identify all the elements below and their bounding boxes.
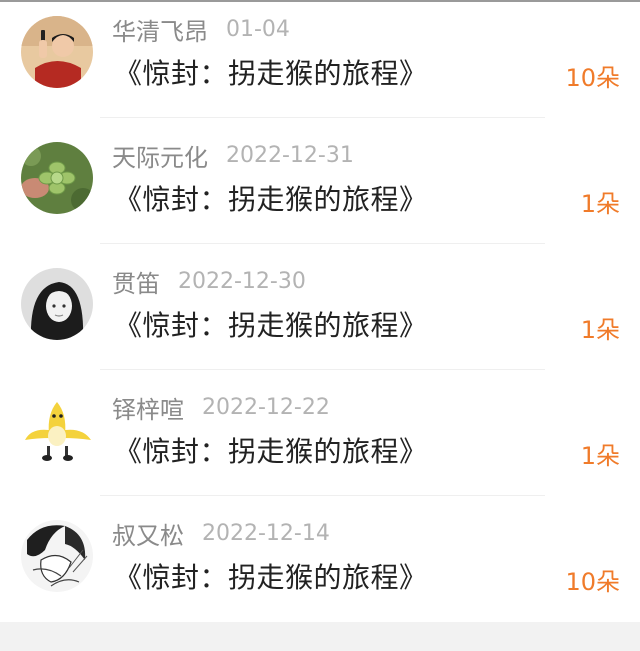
timestamp: 01-04: [226, 16, 290, 42]
list-item[interactable]: 铎梓喧 2022-12-22 《惊封：拐走猴的旅程》 1朵: [0, 380, 640, 506]
divider: [100, 117, 545, 118]
item-meta: 天际元化 2022-12-31: [112, 138, 354, 172]
divider: [100, 243, 545, 244]
avatar-girl-portrait-icon[interactable]: [21, 268, 93, 340]
flower-count: 10朵: [565, 568, 620, 596]
item-meta: 铎梓喧 2022-12-22: [112, 390, 330, 424]
list-footer-band: [0, 622, 640, 651]
flower-count: 1朵: [580, 190, 620, 218]
book-title[interactable]: 《惊封：拐走猴的旅程》: [114, 430, 428, 470]
flower-count: 1朵: [580, 442, 620, 470]
item-meta: 贯笛 2022-12-30: [112, 264, 306, 298]
list-item[interactable]: 贯笛 2022-12-30 《惊封：拐走猴的旅程》 1朵: [0, 254, 640, 380]
timestamp: 2022-12-30: [178, 268, 306, 294]
flower-count: 10朵: [565, 64, 620, 92]
flower-gift-list: 华清飞昂 01-04 《惊封：拐走猴的旅程》 10朵 天际元化 2022-12-…: [0, 2, 640, 632]
book-title[interactable]: 《惊封：拐走猴的旅程》: [114, 304, 428, 344]
book-title[interactable]: 《惊封：拐走猴的旅程》: [114, 178, 428, 218]
list-item[interactable]: 叔又松 2022-12-14 《惊封：拐走猴的旅程》 10朵: [0, 506, 640, 632]
avatar-person-phone-icon[interactable]: [21, 16, 93, 88]
username[interactable]: 天际元化: [112, 138, 208, 173]
username[interactable]: 铎梓喧: [112, 390, 184, 425]
timestamp: 2022-12-31: [226, 142, 354, 168]
book-title[interactable]: 《惊封：拐走猴的旅程》: [114, 52, 428, 92]
book-title[interactable]: 《惊封：拐走猴的旅程》: [114, 556, 428, 596]
avatar-manga-sketch-icon[interactable]: [21, 520, 93, 592]
timestamp: 2022-12-22: [202, 394, 330, 420]
avatar-succulent-plant-icon[interactable]: [21, 142, 93, 214]
username[interactable]: 叔又松: [112, 516, 184, 551]
item-meta: 华清飞昂 01-04: [112, 12, 290, 46]
username[interactable]: 华清飞昂: [112, 12, 208, 47]
timestamp: 2022-12-14: [202, 520, 330, 546]
flower-count: 1朵: [580, 316, 620, 344]
avatar-banana-character-icon[interactable]: [21, 394, 93, 466]
divider: [100, 495, 545, 496]
divider: [100, 369, 545, 370]
item-meta: 叔又松 2022-12-14: [112, 516, 330, 550]
list-item[interactable]: 天际元化 2022-12-31 《惊封：拐走猴的旅程》 1朵: [0, 128, 640, 254]
username[interactable]: 贯笛: [112, 264, 160, 299]
list-item[interactable]: 华清飞昂 01-04 《惊封：拐走猴的旅程》 10朵: [0, 2, 640, 128]
